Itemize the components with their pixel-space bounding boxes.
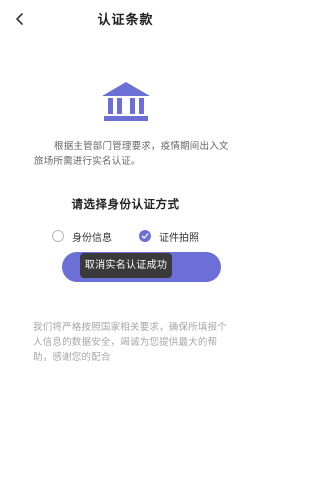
top-bar: 认证条款 bbox=[0, 0, 251, 44]
option-id-info[interactable]: 身份信息 bbox=[52, 228, 112, 244]
intro-text: 根据主管部门管理要求，疫情期间出入文旅场所需进行实名认证。 bbox=[34, 141, 229, 167]
option-id-info-label: 身份信息 bbox=[72, 232, 112, 244]
checkmark-icon bbox=[141, 233, 149, 239]
auth-terms-page: 认证条款 根据主管部门管理要求，疫情期间出入文旅场所需进行实名认证。 请选择身份… bbox=[0, 0, 251, 500]
page-title: 认证条款 bbox=[97, 13, 154, 28]
radio-checked-icon[interactable] bbox=[139, 230, 151, 242]
option-document-photo-label: 证件拍照 bbox=[159, 232, 199, 244]
notice-text: 我们将严格按照国家相关要求，确保所填报个人信息的数据安全，竭诚为您提供最大的帮助… bbox=[33, 322, 228, 363]
option-document-photo[interactable]: 证件拍照 bbox=[139, 228, 199, 244]
toast-message: 取消实名认证成功 bbox=[80, 253, 172, 278]
method-title: 请选择身份认证方式 bbox=[71, 197, 180, 211]
bank-building-icon bbox=[102, 82, 150, 121]
radio-unchecked-icon[interactable] bbox=[52, 230, 64, 242]
